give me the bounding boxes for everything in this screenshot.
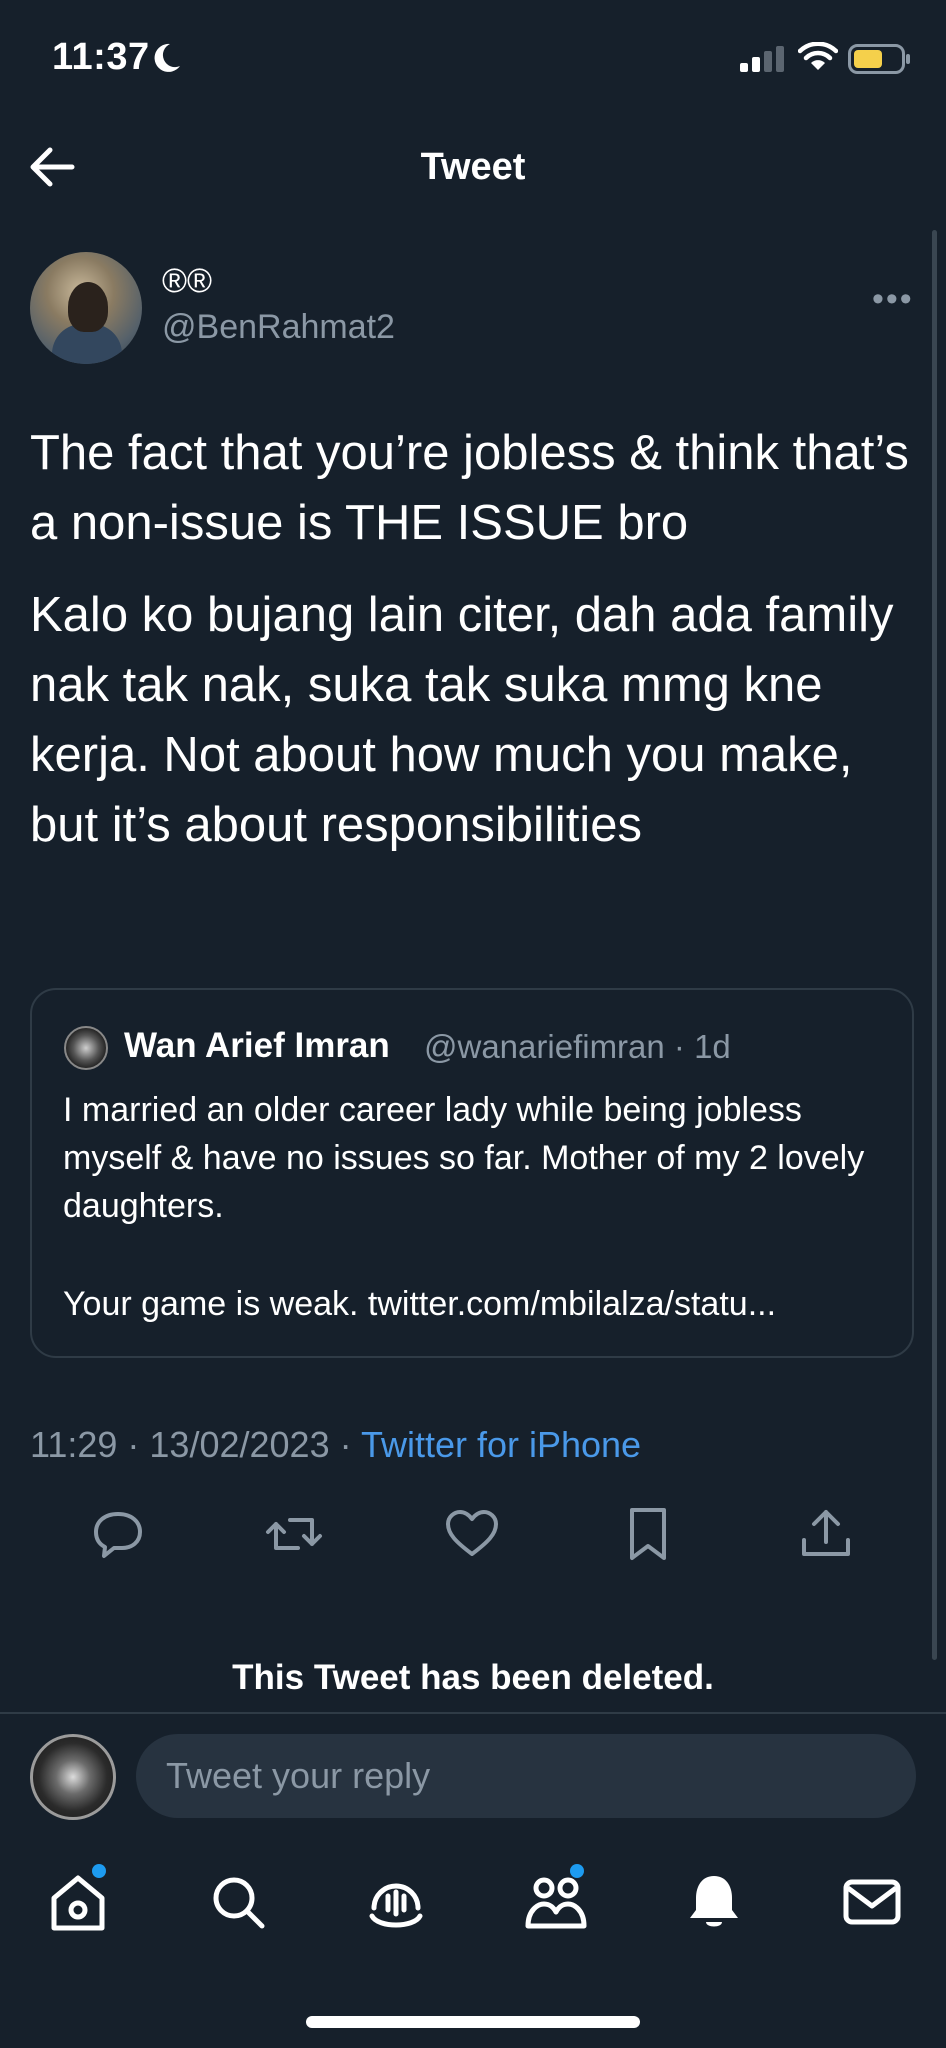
tweet-text-paragraph: Kalo ko bujang lain citer, dah ada famil… xyxy=(30,588,894,852)
bookmark-icon[interactable] xyxy=(618,1504,678,1564)
spaces-icon[interactable] xyxy=(364,1870,428,1934)
signal-icon xyxy=(740,46,784,72)
communities-icon[interactable] xyxy=(524,1870,588,1934)
author-name[interactable]: ®® xyxy=(162,262,212,301)
quoted-tweet-text: I married an older career lady while bei… xyxy=(63,1091,865,1225)
reply-icon[interactable] xyxy=(88,1504,148,1564)
messages-icon[interactable] xyxy=(840,1870,904,1934)
tweet-source-link[interactable]: Twitter for iPhone xyxy=(361,1424,641,1465)
tweet-text-paragraph: The fact that you’re jobless & think tha… xyxy=(30,426,909,550)
author-handle[interactable]: @BenRahmat2 xyxy=(162,308,395,347)
more-options-icon[interactable]: ••• xyxy=(872,280,914,319)
quoted-tweet-link-text: Your game is weak. twitter.com/mbilalza/… xyxy=(63,1285,777,1323)
like-icon[interactable] xyxy=(442,1504,502,1564)
retweet-icon[interactable] xyxy=(264,1504,324,1564)
home-icon[interactable] xyxy=(46,1870,110,1934)
notifications-icon[interactable] xyxy=(682,1870,746,1934)
moon-icon xyxy=(154,43,180,72)
tweet-meta: 11:29 · 13/02/2023 · Twitter for iPhone xyxy=(30,1424,641,1466)
quoted-author-name: Wan Arief Imran xyxy=(124,1026,390,1065)
home-notification-dot xyxy=(92,1864,106,1878)
share-icon[interactable] xyxy=(796,1504,856,1564)
wifi-icon xyxy=(798,42,838,70)
search-icon[interactable] xyxy=(206,1870,270,1934)
author-avatar[interactable] xyxy=(30,252,142,364)
tweet-timestamp: 11:29 · 13/02/2023 · xyxy=(30,1424,361,1465)
quoted-author-handle: @wanariefimran · 1d xyxy=(424,1028,731,1065)
communities-notification-dot xyxy=(570,1864,584,1878)
battery-icon xyxy=(848,44,910,74)
home-indicator xyxy=(306,2016,640,2028)
status-time: 11:37 xyxy=(52,36,150,78)
user-avatar[interactable] xyxy=(30,1734,116,1820)
divider xyxy=(0,1712,946,1714)
deleted-tweet-notice: This Tweet has been deleted. xyxy=(232,1658,714,1697)
page-title: Tweet xyxy=(420,146,526,188)
scrollbar[interactable] xyxy=(932,230,937,1660)
quoted-author-avatar xyxy=(64,1026,108,1070)
reply-input[interactable] xyxy=(136,1734,916,1818)
